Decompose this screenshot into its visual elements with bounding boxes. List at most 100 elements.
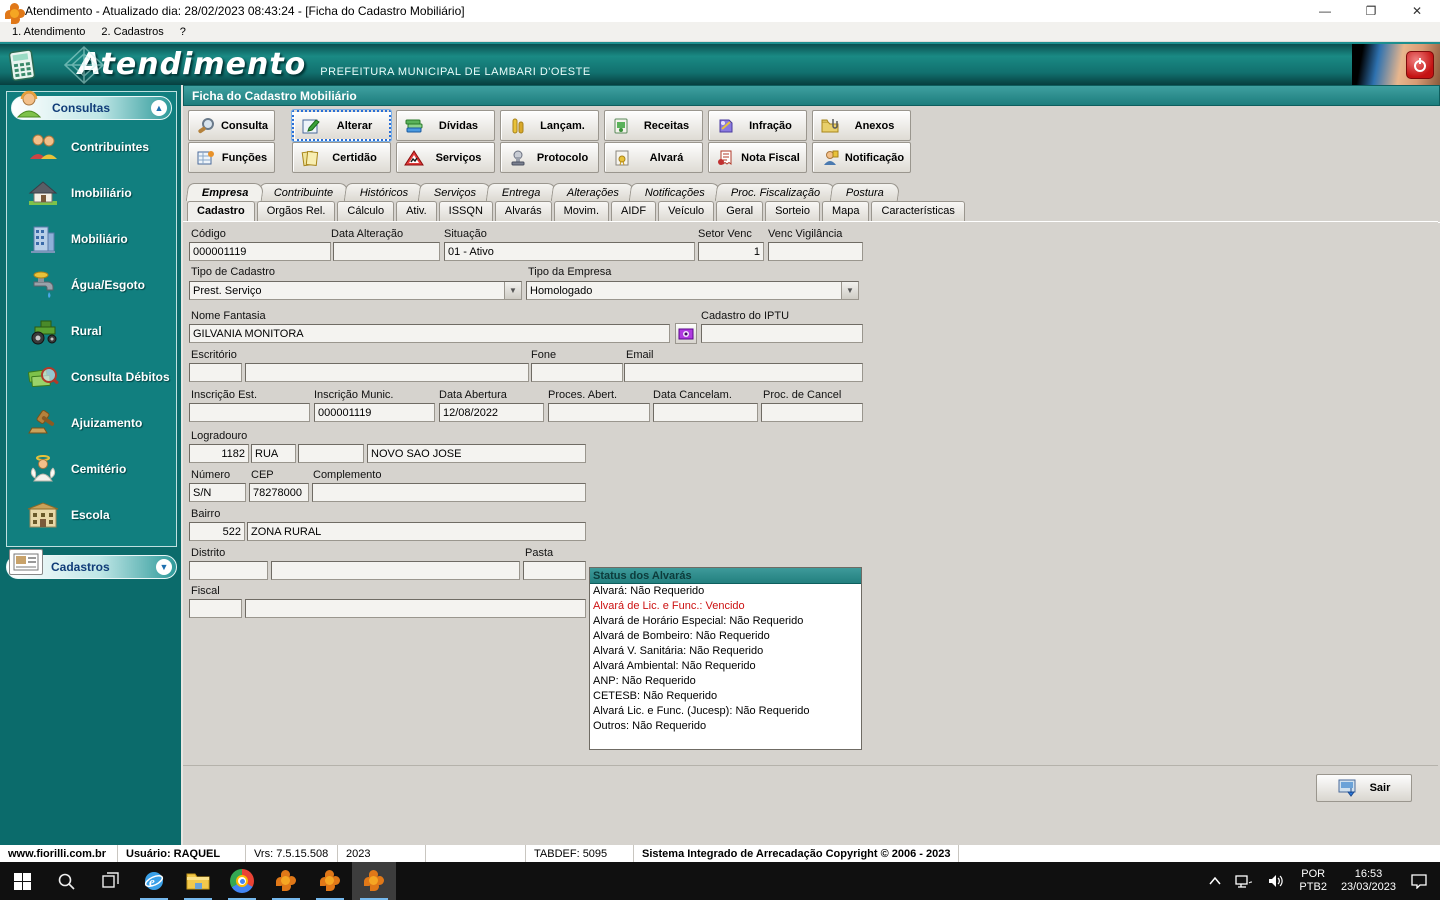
logradouro-extra-input[interactable] xyxy=(298,444,364,463)
logradouro-nome-input[interactable] xyxy=(367,444,586,463)
subtab-geral[interactable]: Geral xyxy=(716,201,763,222)
tab-servicos[interactable]: Serviços xyxy=(418,183,493,201)
subtab-movim[interactable]: Movim. xyxy=(554,201,609,222)
subtab-caracteristicas[interactable]: Características xyxy=(871,201,964,222)
proces-abert-input[interactable] xyxy=(548,403,650,422)
chevron-up-icon[interactable]: ▲ xyxy=(151,100,167,116)
escritorio-name-input[interactable] xyxy=(245,363,529,382)
anexos-button[interactable]: Anexos xyxy=(812,110,911,141)
venc-vigilancia-input[interactable] xyxy=(768,242,863,261)
sidebar-group-consultas[interactable]: Consultas ▲ xyxy=(11,96,172,120)
chevron-down-icon[interactable]: ▼ xyxy=(841,282,858,299)
inscricao-munic-input[interactable] xyxy=(314,403,435,422)
funcoes-button[interactable]: Funções xyxy=(188,142,275,173)
fiorilli-app-icon-active[interactable] xyxy=(352,862,396,900)
sidebar-item-imobiliario[interactable]: Imobiliário xyxy=(11,170,172,216)
tipo-cadastro-select[interactable]: Prest. Serviço ▼ xyxy=(189,281,522,300)
codigo-input[interactable] xyxy=(189,242,331,261)
start-button[interactable] xyxy=(0,862,44,900)
taskbar-search-icon[interactable] xyxy=(44,862,88,900)
nota-fiscal-button[interactable]: Nota Fiscal xyxy=(708,142,807,173)
sidebar-item-agua-esgoto[interactable]: Água/Esgoto xyxy=(11,262,172,308)
data-cancelam-input[interactable] xyxy=(653,403,758,422)
tab-alteracoes[interactable]: Alterações xyxy=(551,183,636,201)
menu-help[interactable]: ? xyxy=(172,24,194,40)
restore-button[interactable]: ❐ xyxy=(1348,0,1394,22)
photo-lookup-button[interactable] xyxy=(675,323,697,344)
complemento-input[interactable] xyxy=(312,483,586,502)
subtab-aidf[interactable]: AIDF xyxy=(611,201,656,222)
speaker-icon[interactable] xyxy=(1260,862,1292,900)
subtab-issqn[interactable]: ISSQN xyxy=(439,201,493,222)
fiscal-code-input[interactable] xyxy=(189,599,242,618)
inscricao-est-input[interactable] xyxy=(189,403,310,422)
subtab-ativ[interactable]: Ativ. xyxy=(396,201,437,222)
subtab-calculo[interactable]: Cálculo xyxy=(337,201,394,222)
numero-input[interactable] xyxy=(189,483,246,502)
tab-notificacoes[interactable]: Notificações xyxy=(629,183,721,201)
infracao-button[interactable]: Infração xyxy=(708,110,807,141)
logradouro-tipo-input[interactable] xyxy=(251,444,296,463)
subtab-veiculo[interactable]: Veículo xyxy=(658,201,714,222)
protocolo-button[interactable]: Protocolo xyxy=(500,142,599,173)
tray-chevron-up-icon[interactable] xyxy=(1202,862,1228,900)
nome-fantasia-input[interactable] xyxy=(189,324,670,343)
notificacao-button[interactable]: Notificação xyxy=(812,142,911,173)
task-view-icon[interactable] xyxy=(88,862,132,900)
subtab-sorteio[interactable]: Sorteio xyxy=(765,201,820,222)
email-input[interactable] xyxy=(624,363,863,382)
sidebar-item-consulta-debitos[interactable]: Consulta Débitos xyxy=(11,354,172,400)
chevron-down-icon[interactable]: ▼ xyxy=(156,559,172,575)
servicos-button[interactable]: Serviços xyxy=(396,142,495,173)
data-alteracao-input[interactable] xyxy=(333,242,440,261)
subtab-orgaos-rel[interactable]: Orgãos Rel. xyxy=(257,201,336,222)
logradouro-num-input[interactable] xyxy=(189,444,249,463)
distrito-name-input[interactable] xyxy=(271,561,520,580)
pasta-input[interactable] xyxy=(523,561,586,580)
internet-explorer-icon[interactable]: e xyxy=(132,862,176,900)
proc-cancel-input[interactable] xyxy=(761,403,863,422)
subtab-mapa[interactable]: Mapa xyxy=(822,201,870,222)
bairro-code-input[interactable] xyxy=(189,522,245,541)
tipo-empresa-select[interactable]: Homologado ▼ xyxy=(526,281,859,300)
alterar-button[interactable]: Alterar xyxy=(292,110,391,141)
sidebar-item-contribuintes[interactable]: Contribuintes xyxy=(11,124,172,170)
clock[interactable]: 16:53 23/03/2023 xyxy=(1334,862,1403,900)
situacao-input[interactable] xyxy=(444,242,695,261)
notification-center-icon[interactable] xyxy=(1403,862,1440,900)
minimize-button[interactable]: — xyxy=(1302,0,1348,22)
close-button[interactable]: ✕ xyxy=(1394,0,1440,22)
sair-button[interactable]: Sair xyxy=(1316,774,1412,802)
cadastro-iptu-input[interactable] xyxy=(701,324,863,343)
distrito-code-input[interactable] xyxy=(189,561,268,580)
receitas-button[interactable]: Receitas xyxy=(604,110,703,141)
tab-proc-fiscalizacao[interactable]: Proc. Fiscalização xyxy=(714,183,836,201)
sidebar-group-cadastros[interactable]: Cadastros ▼ xyxy=(6,555,177,579)
chrome-icon[interactable] xyxy=(220,862,264,900)
network-icon[interactable] xyxy=(1228,862,1260,900)
consulta-button[interactable]: Consulta xyxy=(188,110,275,141)
tab-historicos[interactable]: Históricos xyxy=(344,183,425,201)
fiorilli-app-icon-1[interactable] xyxy=(264,862,308,900)
fiscal-name-input[interactable] xyxy=(245,599,586,618)
lancam-button[interactable]: Lançam. xyxy=(500,110,599,141)
bairro-name-input[interactable] xyxy=(247,522,586,541)
dividas-button[interactable]: Dívidas xyxy=(396,110,495,141)
power-button[interactable] xyxy=(1406,51,1434,79)
certidao-button[interactable]: Certidão xyxy=(292,142,391,173)
subtab-alvaras[interactable]: Alvarás xyxy=(495,201,552,222)
chevron-down-icon[interactable]: ▼ xyxy=(504,282,521,299)
sidebar-item-ajuizamento[interactable]: Ajuizamento xyxy=(11,400,172,446)
data-abertura-input[interactable] xyxy=(439,403,544,422)
sidebar-item-escola[interactable]: Escola xyxy=(11,492,172,538)
sidebar-item-mobiliario[interactable]: Mobiliário xyxy=(11,216,172,262)
fone-input[interactable] xyxy=(531,363,623,382)
setor-venc-input[interactable] xyxy=(698,242,764,261)
sidebar-item-rural[interactable]: Rural xyxy=(11,308,172,354)
tab-empresa[interactable]: Empresa xyxy=(186,183,265,201)
cep-input[interactable] xyxy=(249,483,309,502)
alvara-button[interactable]: Alvará xyxy=(604,142,703,173)
file-explorer-icon[interactable] xyxy=(176,862,220,900)
subtab-cadastro[interactable]: Cadastro xyxy=(187,201,255,222)
tab-contribuinte[interactable]: Contribuinte xyxy=(258,183,350,201)
